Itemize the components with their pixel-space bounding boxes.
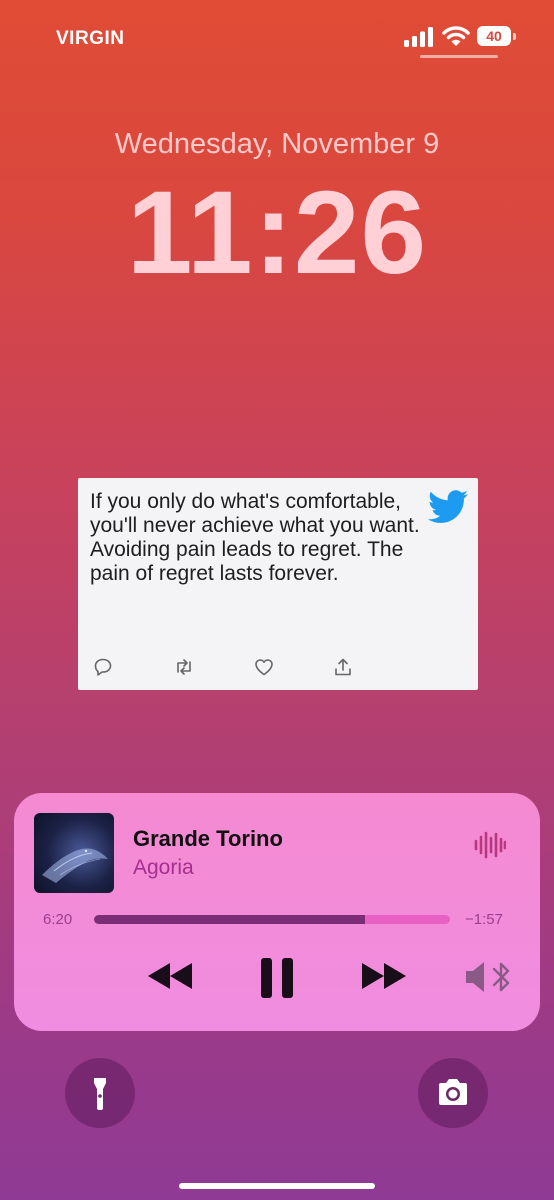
battery-level: 40: [477, 26, 511, 46]
home-indicator[interactable]: [179, 1183, 375, 1189]
camera-icon: [439, 1079, 467, 1105]
rewind-button[interactable]: [146, 961, 194, 991]
rewind-icon: [148, 963, 170, 989]
song-artist: Agoria: [133, 856, 194, 879]
lock-time: 11:26: [126, 167, 428, 299]
reply-icon[interactable]: [92, 656, 114, 678]
album-artwork[interactable]: [34, 813, 114, 893]
pause-button[interactable]: [260, 957, 294, 999]
lock-date: Wednesday, November 9: [114, 128, 440, 160]
audio-output-button[interactable]: [464, 958, 516, 996]
retweet-icon[interactable]: [173, 656, 195, 678]
remaining-time: −1:57: [465, 911, 503, 928]
playback-scrubber[interactable]: [94, 915, 450, 924]
speaker-bluetooth-icon: [466, 962, 484, 992]
song-title: Grande Torino: [133, 826, 283, 851]
tweet-widget[interactable]: If you only do what's comfortable, you'l…: [78, 478, 478, 690]
flashlight-button[interactable]: [65, 1058, 135, 1128]
lock-screen: { "status_bar": { "carrier": "VIRGIN", "…: [0, 0, 554, 1200]
waveform-icon[interactable]: [474, 830, 506, 860]
twitter-bird-icon: [428, 490, 468, 523]
flashlight-icon: [94, 1078, 106, 1110]
tweet-text: If you only do what's comfortable, you'l…: [90, 490, 420, 585]
carrier-name: VIRGIN: [56, 28, 125, 49]
elapsed-time: 6:20: [43, 911, 73, 928]
like-icon[interactable]: [253, 656, 275, 678]
focus-indicator: [420, 55, 498, 58]
battery-icon: 40: [477, 26, 517, 48]
pause-icon: [261, 958, 272, 998]
album-artwork-image: [42, 848, 108, 883]
playback-progress: [94, 915, 365, 924]
fast-forward-icon: [362, 963, 384, 989]
camera-button[interactable]: [418, 1058, 488, 1128]
now-playing-widget: Grande Torino Agoria 6:20 −1:57: [14, 793, 540, 1031]
wifi-icon: [442, 26, 470, 46]
share-icon[interactable]: [332, 656, 354, 678]
fast-forward-button[interactable]: [360, 961, 408, 991]
cellular-signal-icon: [404, 27, 433, 47]
